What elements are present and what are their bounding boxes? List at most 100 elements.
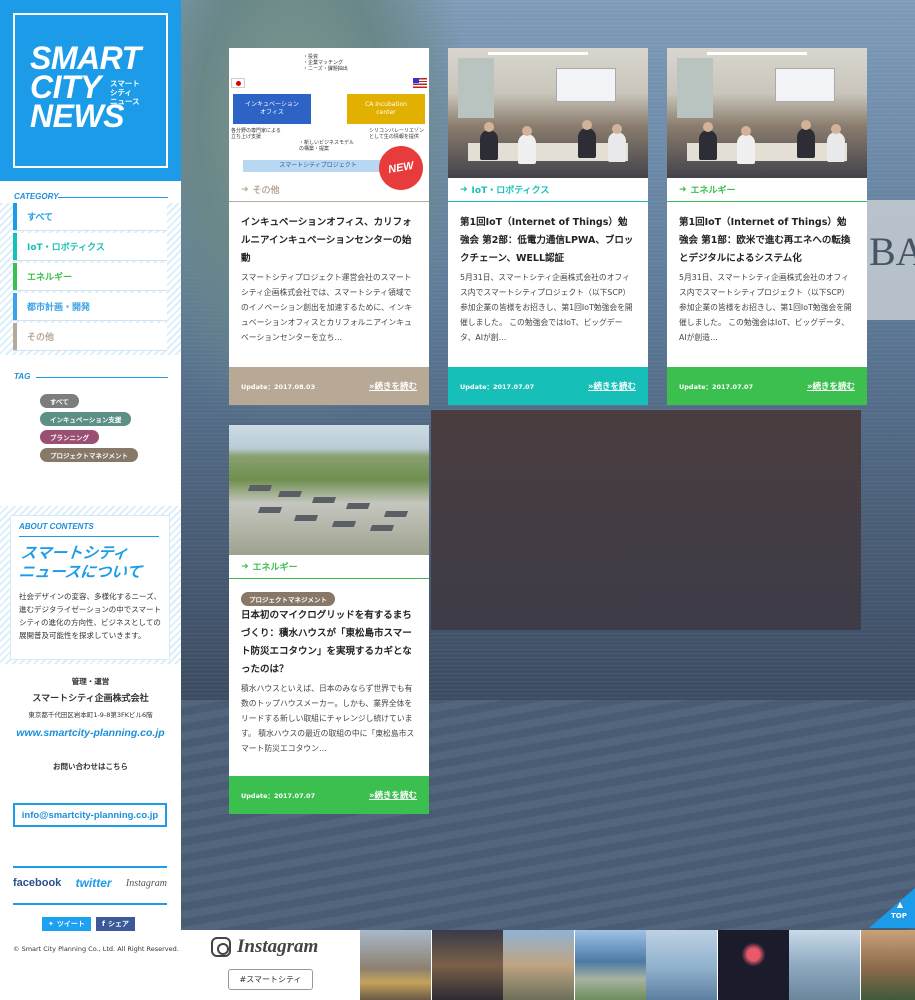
category-label: 都市計画・開発 — [27, 303, 91, 313]
card-category[interactable]: ➜ その他 — [229, 178, 429, 202]
tag-heading: TAG — [14, 372, 31, 381]
about-section: ABOUT CONTENTS スマートシティ ニュースについて 社会デザインの変… — [0, 506, 181, 664]
diagram-top-note: ・投資 ・企業マッチング ・ニーズ・課題抽出 — [303, 54, 348, 72]
company-name: スマートシティ企画株式会社 — [32, 694, 149, 704]
card-footer: Update：2017.07.07 »続きを読む — [448, 367, 648, 405]
read-more-link[interactable]: »続きを読む — [369, 789, 417, 801]
diagram-box-incubation-office: インキュベーション オフィス — [233, 94, 311, 124]
tag-project-management[interactable]: プロジェクトマネジメント — [40, 448, 138, 462]
card-title[interactable]: 第1回IoT（Internet of Things）勉強会 第1部：欧米で進む再… — [679, 214, 855, 268]
category-label: エネルギー — [27, 273, 73, 283]
article-thumbnail-photo — [229, 425, 429, 555]
diagram-right-note: シリコンバレーリエゾン として生の情報を提供 — [369, 128, 425, 140]
read-more-link[interactable]: »続きを読む — [369, 380, 417, 392]
about-card: ABOUT CONTENTS スマートシティ ニュースについて 社会デザインの変… — [11, 516, 169, 659]
tag-list: すべて インキュベーション支援 ブランニング プロジェクトマネジメント — [40, 394, 138, 466]
diagram-box-ca-center: CA Incubation center — [347, 94, 425, 124]
instagram-photo[interactable] — [432, 930, 503, 1000]
instagram-photo[interactable] — [360, 930, 431, 1000]
contact-label: お問い合わせはこちら — [53, 762, 128, 771]
social-rule-top — [13, 866, 167, 868]
card-footer: Update：2017.07.07 »続きを読む — [667, 367, 867, 405]
instagram-link[interactable]: Instagram — [126, 878, 167, 889]
tag-all[interactable]: すべて — [40, 394, 79, 408]
arrow-right-icon: ➜ — [460, 184, 468, 195]
instagram-photo[interactable] — [718, 930, 789, 1000]
instagram-photo[interactable] — [861, 930, 915, 1000]
logo-sub-2: シティ — [110, 88, 133, 97]
card-category[interactable]: ➜ エネルギー — [229, 555, 429, 579]
instagram-logo[interactable]: Instagram — [211, 936, 318, 958]
card-excerpt: スマートシティプロジェクト運営会社のスマートシティ企画株式会社では、スマートシテ… — [241, 273, 413, 342]
about-rule — [19, 536, 159, 537]
about-title: スマートシティ ニュースについて — [18, 545, 143, 581]
logo-sub-3: ニュース — [110, 97, 140, 106]
category-item-all[interactable]: すべて — [13, 203, 167, 231]
company-address: 東京都千代田区岩本町1-9-8第3FKビル6階 — [28, 711, 153, 719]
facebook-f-icon: f — [102, 920, 106, 928]
diagram-band: スマートシティプロジェクト — [243, 160, 393, 172]
chevron-up-icon: ▲ — [897, 900, 904, 909]
facebook-link[interactable]: facebook — [13, 877, 61, 889]
category-list: すべて IoT・ロボティクス エネルギー 都市計画・開発 その他 — [0, 203, 181, 355]
instagram-feed: Instagram #スマートシティ — [181, 930, 915, 1000]
article-thumbnail-photo — [667, 48, 867, 178]
card-tag[interactable]: プロジェクトマネジメント — [241, 592, 335, 606]
tweet-button[interactable]: ✦ ツイート — [42, 917, 91, 931]
article-card-4[interactable]: ➜ エネルギー プロジェクトマネジメント 日本初のマイクログリッドを有するまちづ… — [229, 425, 429, 814]
card-update-date: Update：2017.07.07 — [241, 792, 316, 800]
usa-flag-icon — [413, 78, 427, 88]
instagram-photo[interactable] — [789, 930, 860, 1000]
twitter-bird-icon: ✦ — [48, 920, 54, 928]
card-category[interactable]: ➜ IoT・ロボティクス — [448, 178, 648, 202]
instagram-photo[interactable] — [575, 930, 646, 1000]
instagram-photo[interactable] — [646, 930, 717, 1000]
facebook-share-button[interactable]: f シェア — [96, 917, 136, 931]
instagram-photo[interactable] — [503, 930, 574, 1000]
site-logo[interactable]: SMART CITY NEWS スマート シティ ニュース — [13, 13, 168, 168]
category-item-other[interactable]: その他 — [13, 323, 167, 351]
instagram-camera-icon — [211, 937, 231, 957]
article-card-2[interactable]: ➜ IoT・ロボティクス 第1回IoT（Internet of Things）勉… — [448, 48, 648, 405]
diagram-left-note: 各分野の専門家による 立ち上げ支援 — [231, 128, 281, 140]
card-title[interactable]: 第1回IoT（Internet of Things）勉強会 第2部：低電力通信L… — [460, 214, 636, 268]
card-update-date: Update：2017.08.03 — [241, 383, 316, 391]
category-heading: CATEGORY — [14, 192, 59, 201]
company-url-link[interactable]: www.smartcity-planning.co.jp — [0, 727, 181, 739]
article-card-1[interactable]: ・投資 ・企業マッチング ・ニーズ・課題抽出 インキュベーション オフィス CA… — [229, 48, 429, 405]
social-links: facebook twitter Instagram — [13, 876, 167, 890]
logo-sub-1: スマート — [110, 79, 140, 88]
card-title[interactable]: 日本初のマイクログリッドを有するまちづくり：積水ハウスが「東松島市スマート防災エ… — [241, 607, 417, 679]
arrow-right-icon: ➜ — [241, 561, 249, 572]
instagram-hashtag[interactable]: #スマートシティ — [228, 969, 313, 990]
card-title[interactable]: インキュベーションオフィス、カリフォルニアインキュベーションセンターの始動 — [241, 214, 417, 268]
category-label: すべて — [27, 213, 54, 223]
tag-rule — [36, 377, 168, 378]
category-rule — [58, 197, 168, 198]
tag-planning[interactable]: ブランニング — [40, 430, 99, 444]
category-item-energy[interactable]: エネルギー — [13, 263, 167, 291]
contact-email-link[interactable]: info@smartcity-planning.co.jp — [13, 803, 167, 827]
arrow-right-icon: ➜ — [679, 184, 687, 195]
arrow-right-icon: ➜ — [241, 184, 249, 195]
category-item-iot[interactable]: IoT・ロボティクス — [13, 233, 167, 261]
twitter-link[interactable]: twitter — [76, 876, 112, 890]
about-heading: ABOUT CONTENTS — [19, 522, 94, 531]
read-more-link[interactable]: »続きを読む — [588, 380, 636, 392]
card-category[interactable]: ➜ エネルギー — [667, 178, 867, 202]
tag-incubation[interactable]: インキュベーション支援 — [40, 412, 132, 426]
card-excerpt: 積水ハウスといえば、日本のみならず世界でも有数のトップハウスメーカー。しかも、業… — [241, 684, 415, 753]
card-footer: Update：2017.08.03 »続きを読む — [229, 367, 429, 405]
category-item-urban[interactable]: 都市計画・開発 — [13, 293, 167, 321]
card-excerpt: 5月31日、スマートシティ企画株式会社のオフィス内でスマートシティプロジェクト（… — [679, 273, 852, 342]
card-excerpt: 5月31日、スマートシティ企画株式会社のオフィス内でスマートシティプロジェクト（… — [460, 273, 633, 342]
article-thumbnail-photo — [448, 48, 648, 178]
card-update-date: Update：2017.07.07 — [679, 383, 754, 391]
article-card-3[interactable]: ➜ エネルギー 第1回IoT（Internet of Things）勉強会 第1… — [667, 48, 867, 405]
copyright: © Smart City Planning Co., Ltd. All Righ… — [13, 945, 179, 953]
japan-flag-icon — [231, 78, 245, 88]
card-update-date: Update：2017.07.07 — [460, 383, 535, 391]
diagram-bottom-note: ・新しいビジネスモデル の構築・提案 — [299, 140, 355, 152]
about-text: 社会デザインの変容、多様化するニーズ、進むデジタライゼーションの中でスマートシテ… — [19, 592, 162, 640]
read-more-link[interactable]: »続きを読む — [807, 380, 855, 392]
